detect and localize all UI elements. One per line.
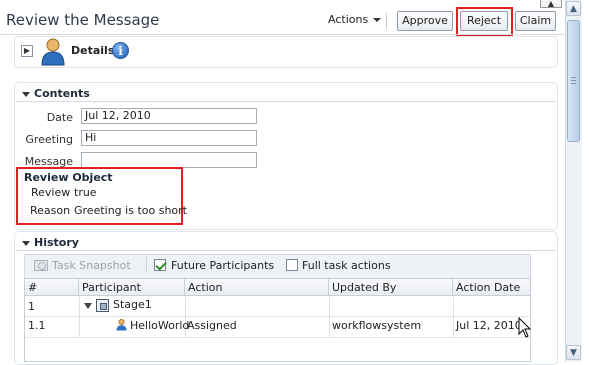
reject-highlight-box: [456, 7, 513, 36]
actions-menu-label: Actions: [328, 13, 369, 26]
window-restore-icon[interactable]: ▲: [540, 0, 562, 8]
future-participants-checkbox[interactable]: [154, 259, 166, 271]
scroll-up-icon[interactable]: ▲: [566, 1, 581, 16]
header-divider: [0, 34, 565, 35]
contents-divider: [16, 101, 556, 102]
message-field[interactable]: [81, 152, 257, 168]
table-row-1-num: 1: [28, 300, 35, 313]
stage-icon: [96, 299, 109, 312]
claim-button[interactable]: Claim: [515, 11, 556, 31]
history-collapse-icon[interactable]: [22, 241, 30, 246]
page-title: Review the Message: [6, 11, 160, 29]
approve-button[interactable]: Approve: [397, 11, 453, 31]
row-divider: [25, 337, 530, 338]
toolbar-separator: [386, 13, 387, 29]
scrollbar-thumb[interactable]: [567, 20, 580, 142]
reason-value: Greeting is too short: [74, 204, 187, 217]
actions-menu[interactable]: Actions: [328, 13, 382, 26]
column-header-updated-by[interactable]: Updated By: [329, 279, 453, 296]
history-title: History: [34, 236, 79, 249]
contents-title: Contents: [34, 87, 90, 100]
details-expand-icon[interactable]: ▶: [21, 45, 33, 57]
greeting-label: Greeting: [25, 133, 73, 146]
scrollbar-grip: [571, 77, 576, 78]
task-snapshot-button[interactable]: Task Snapshot: [52, 259, 131, 272]
toolbar-separator: [146, 257, 147, 273]
review-value: true: [74, 186, 97, 199]
table-row-2-num: 1.1: [28, 319, 46, 332]
column-header-num[interactable]: #: [25, 279, 79, 296]
chevron-down-icon: [373, 18, 382, 22]
table-row-2-updated-by: workflowsystem: [332, 319, 422, 332]
scrollbar-grip: [571, 80, 576, 81]
review-label: Review: [31, 186, 71, 199]
table-row-2-participant[interactable]: HelloWorld: [127, 317, 189, 335]
date-label: Date: [46, 111, 73, 124]
date-field[interactable]: Jul 12, 2010: [81, 108, 257, 124]
person-icon: [41, 38, 65, 66]
future-participants-label: Future Participants: [171, 259, 275, 272]
mouse-pointer-icon: [518, 317, 532, 338]
details-label: Details: [71, 44, 115, 57]
table-row-1-participant[interactable]: Stage1: [110, 296, 152, 314]
column-divider: [79, 297, 80, 337]
scroll-down-icon[interactable]: ▼: [566, 345, 581, 360]
tree-collapse-icon[interactable]: [84, 303, 92, 309]
reason-label: Reason: [30, 204, 71, 217]
column-header-participant[interactable]: Participant: [79, 279, 185, 296]
greeting-field[interactable]: Hi: [81, 130, 257, 146]
column-header-action-date[interactable]: Action Date: [453, 279, 530, 296]
scrollbar-grip: [571, 83, 576, 84]
info-icon[interactable]: i: [112, 42, 129, 59]
review-object-title: Review Object: [24, 171, 113, 184]
table-row-2-action: Assigned: [187, 319, 237, 332]
contents-collapse-icon[interactable]: [22, 92, 30, 97]
camera-icon: [34, 260, 48, 271]
full-task-actions-label: Full task actions: [302, 259, 391, 272]
full-task-actions-checkbox[interactable]: [286, 259, 298, 271]
history-divider: [16, 250, 556, 251]
table-row-2-action-date: Jul 12, 2010: [456, 319, 522, 332]
column-header-action[interactable]: Action: [185, 279, 329, 296]
